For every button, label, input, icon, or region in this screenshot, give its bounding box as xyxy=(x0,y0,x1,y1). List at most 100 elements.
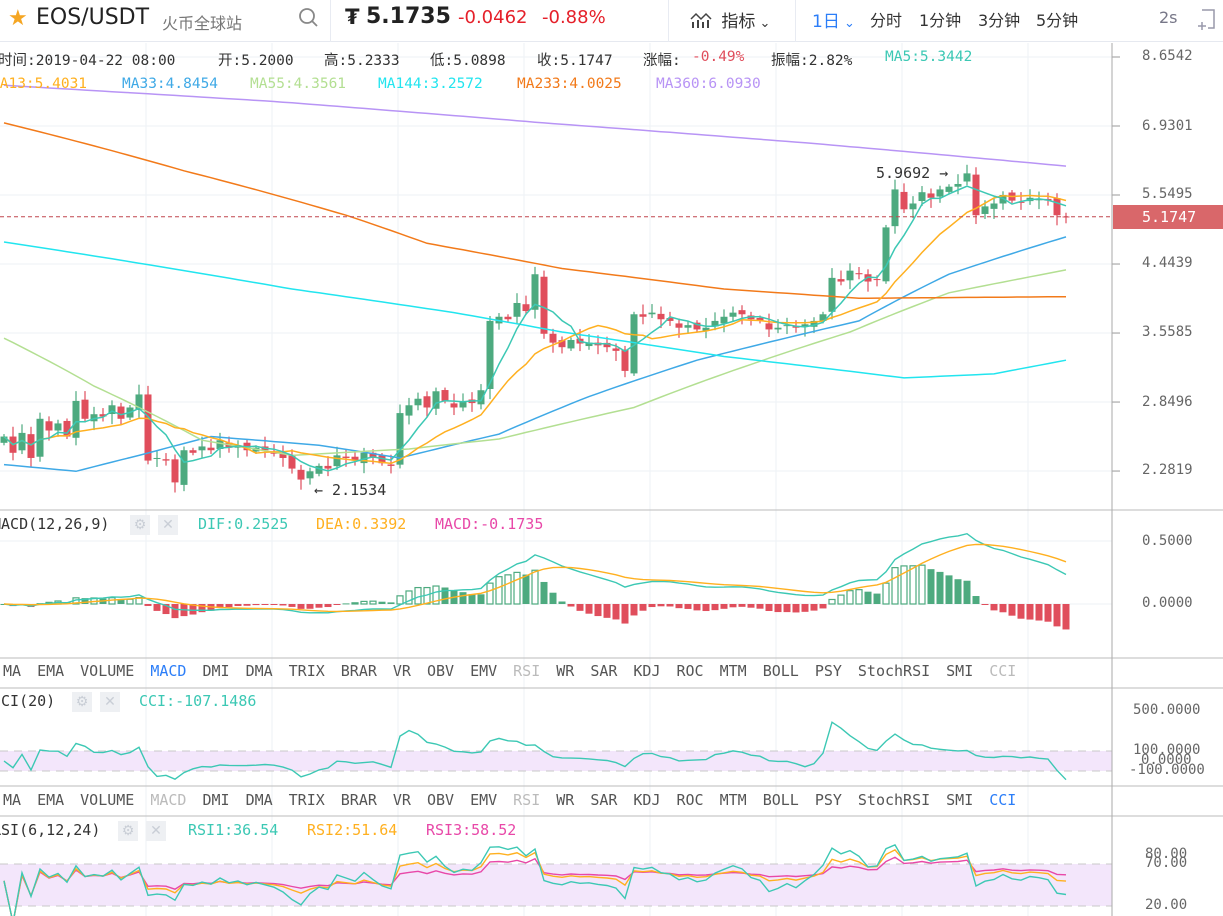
tab-mtm[interactable]: MTM xyxy=(720,791,747,809)
gear-icon[interactable]: ⚙ xyxy=(118,821,138,841)
tab-dmi[interactable]: DMI xyxy=(202,791,229,809)
tab-trix[interactable]: TRIX xyxy=(289,791,325,809)
info-high: 高:5.2333 xyxy=(324,53,400,69)
gear-icon[interactable]: ⚙ xyxy=(130,515,150,535)
tab-psy[interactable]: PSY xyxy=(815,662,842,680)
tab-stochrsi[interactable]: StochRSI xyxy=(858,662,930,680)
tab-brar[interactable]: BRAR xyxy=(341,791,377,809)
info-ma233: MA233:4.0025 xyxy=(517,76,622,92)
price-tick: 4.4439 xyxy=(1142,255,1193,271)
close-icon[interactable]: ✕ xyxy=(158,515,178,535)
tab-sar[interactable]: SAR xyxy=(590,791,617,809)
candle-body xyxy=(1053,198,1061,216)
tab-wr[interactable]: WR xyxy=(556,791,574,809)
tab-dma[interactable]: DMA xyxy=(246,791,273,809)
macd-bar xyxy=(270,604,278,605)
tab-ma[interactable]: MA xyxy=(3,791,21,809)
tab-rsi[interactable]: RSI xyxy=(513,791,540,809)
tab-dmi[interactable]: DMI xyxy=(202,662,229,680)
rsi-title: RSI(6,12,24) xyxy=(0,821,101,839)
tab-vr[interactable]: VR xyxy=(393,662,411,680)
gear-icon[interactable]: ⚙ xyxy=(72,692,92,712)
macd-bar xyxy=(963,580,971,604)
macd-bar xyxy=(261,604,269,605)
macd-bar xyxy=(396,595,404,605)
candle-body xyxy=(198,446,206,451)
kline-chart[interactable] xyxy=(0,0,1223,916)
tab-sar[interactable]: SAR xyxy=(590,662,617,680)
tab-roc[interactable]: ROC xyxy=(677,791,704,809)
tab-emv[interactable]: EMV xyxy=(470,791,497,809)
tab-mtm[interactable]: MTM xyxy=(720,662,747,680)
tab-ma[interactable]: MA xyxy=(3,662,21,680)
macd-bar xyxy=(540,581,548,604)
macd-bar xyxy=(675,604,683,609)
tab-trix[interactable]: TRIX xyxy=(289,662,325,680)
candle-body xyxy=(774,327,782,330)
tab-volume[interactable]: VOLUME xyxy=(80,791,134,809)
tab-roc[interactable]: ROC xyxy=(677,662,704,680)
candle-body xyxy=(990,203,998,209)
candle-body xyxy=(522,304,530,312)
tab-smi[interactable]: SMI xyxy=(946,662,973,680)
candle-body xyxy=(612,348,620,351)
macd-bar xyxy=(387,602,395,604)
close-icon[interactable]: ✕ xyxy=(146,821,166,841)
macd-bar xyxy=(738,604,746,607)
macd-bar xyxy=(603,604,611,618)
macd-bar xyxy=(846,590,854,605)
candle-body xyxy=(297,469,305,480)
candle-body xyxy=(837,279,845,282)
tab-macd[interactable]: MACD xyxy=(150,791,186,809)
info-ma13: MA13:5.4031 xyxy=(0,76,88,92)
tab-psy[interactable]: PSY xyxy=(815,791,842,809)
tab-ema[interactable]: EMA xyxy=(37,791,64,809)
candle-body xyxy=(918,192,926,202)
macd-bar xyxy=(711,604,719,611)
cci-band xyxy=(0,751,1112,771)
tab-vr[interactable]: VR xyxy=(393,791,411,809)
tab-kdj[interactable]: KDJ xyxy=(633,791,660,809)
macd-bar xyxy=(657,604,665,607)
candle-body xyxy=(936,189,944,197)
candle-body xyxy=(540,276,548,334)
macd-bar xyxy=(495,576,503,605)
candle-body xyxy=(207,447,215,451)
macd-bar xyxy=(954,579,962,604)
tab-dma[interactable]: DMA xyxy=(246,662,273,680)
tab-volume[interactable]: VOLUME xyxy=(80,662,134,680)
candle-body xyxy=(846,270,854,281)
tab-cci[interactable]: CCI xyxy=(989,662,1016,680)
tab-obv[interactable]: OBV xyxy=(427,791,454,809)
macd-value: MACD:-0.1735 xyxy=(435,515,544,533)
tab-boll[interactable]: BOLL xyxy=(763,662,799,680)
tab-emv[interactable]: EMV xyxy=(470,662,497,680)
tab-wr[interactable]: WR xyxy=(556,662,574,680)
candle-body xyxy=(855,273,863,275)
tab-macd[interactable]: MACD xyxy=(150,662,186,680)
macd-bar xyxy=(729,604,737,608)
tab-smi[interactable]: SMI xyxy=(946,791,973,809)
tab-ema[interactable]: EMA xyxy=(37,662,64,680)
tab-stochrsi[interactable]: StochRSI xyxy=(858,791,930,809)
high-annotation: 5.9692 → xyxy=(876,164,949,182)
macd-bar xyxy=(828,598,836,605)
macd-bar xyxy=(513,571,521,605)
current-price-label: 5.1747 xyxy=(1142,208,1197,226)
macd-bar xyxy=(801,604,809,612)
tab-brar[interactable]: BRAR xyxy=(341,662,377,680)
macd-bar xyxy=(774,604,782,613)
candle-body xyxy=(828,277,836,312)
tab-boll[interactable]: BOLL xyxy=(763,791,799,809)
macd-bar xyxy=(864,591,872,604)
tab-obv[interactable]: OBV xyxy=(427,662,454,680)
tab-rsi[interactable]: RSI xyxy=(513,662,540,680)
macd-bar xyxy=(243,604,251,606)
tab-kdj[interactable]: KDJ xyxy=(633,662,660,680)
macd-bar xyxy=(918,564,926,605)
macd-tick: 0.0000 xyxy=(1142,595,1193,611)
macd-bar xyxy=(477,594,485,604)
tab-cci[interactable]: CCI xyxy=(989,791,1016,809)
close-icon[interactable]: ✕ xyxy=(100,692,120,712)
candle-body xyxy=(900,191,908,210)
